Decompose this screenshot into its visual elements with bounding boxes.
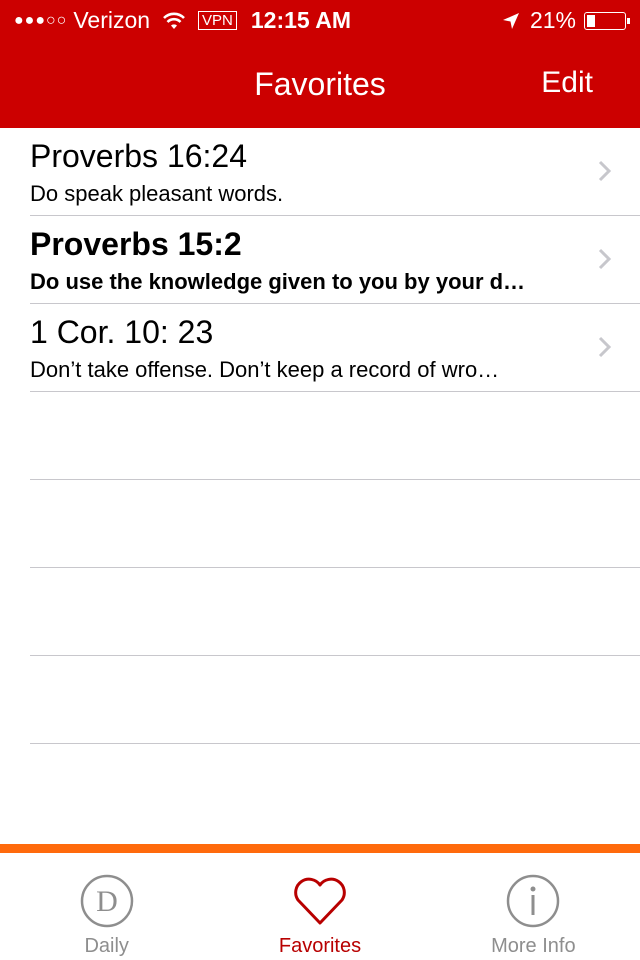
- wifi-icon: [163, 12, 185, 29]
- empty-row: [30, 392, 640, 480]
- chevron-right-icon: [598, 248, 612, 270]
- battery-icon: [584, 11, 630, 30]
- info-icon: [507, 874, 560, 928]
- favorite-title: Proverbs 16:24: [30, 138, 248, 174]
- tab-label: Daily: [84, 935, 129, 957]
- list-item[interactable]: Proverbs 15:2 Do use the knowledge given…: [30, 216, 640, 304]
- tab-more-info[interactable]: More Info: [427, 853, 640, 960]
- tab-bar: D Daily Favorites More Info: [0, 853, 640, 960]
- empty-row: [30, 480, 640, 568]
- favorite-title: 1 Cor. 10: 23: [30, 314, 214, 350]
- empty-row: [30, 568, 640, 656]
- favorite-subtitle: Don’t take offense. Don’t keep a record …: [30, 357, 500, 382]
- location-arrow-icon: [502, 12, 519, 29]
- heart-icon: [294, 877, 346, 925]
- chevron-right-icon: [598, 336, 612, 358]
- battery-percent: 21%: [529, 7, 576, 33]
- list-item[interactable]: Proverbs 16:24 Do speak pleasant words.: [30, 128, 640, 216]
- favorite-subtitle: Do speak pleasant words.: [30, 181, 284, 206]
- signal-strength-icon: ●●●○○: [14, 11, 68, 29]
- favorites-list: Proverbs 16:24 Do speak pleasant words. …: [0, 128, 640, 744]
- svg-text:D: D: [96, 885, 118, 918]
- header: ●●●○○ Verizon VPN 12:15 AM 21% Favorites…: [0, 0, 640, 128]
- status-bar: ●●●○○ Verizon VPN 12:15 AM 21%: [0, 0, 640, 40]
- list-item[interactable]: 1 Cor. 10: 23 Don’t take offense. Don’t …: [30, 304, 640, 392]
- empty-row: [30, 656, 640, 744]
- tab-daily[interactable]: D Daily: [0, 853, 213, 960]
- carrier-name: Verizon: [73, 7, 151, 33]
- tab-label: More Info: [491, 935, 576, 957]
- tab-label: Favorites: [278, 935, 362, 957]
- tabbar-accent-line: [0, 844, 640, 853]
- favorite-title: Proverbs 15:2: [30, 226, 242, 262]
- daily-d-icon: D: [80, 874, 133, 928]
- tab-favorites[interactable]: Favorites: [213, 853, 426, 960]
- chevron-right-icon: [598, 160, 612, 182]
- vpn-badge: VPN: [198, 11, 237, 30]
- favorite-subtitle: Do use the knowledge given to you by you…: [30, 269, 526, 294]
- clock: 12:15 AM: [250, 7, 352, 33]
- edit-button[interactable]: Edit: [541, 66, 593, 100]
